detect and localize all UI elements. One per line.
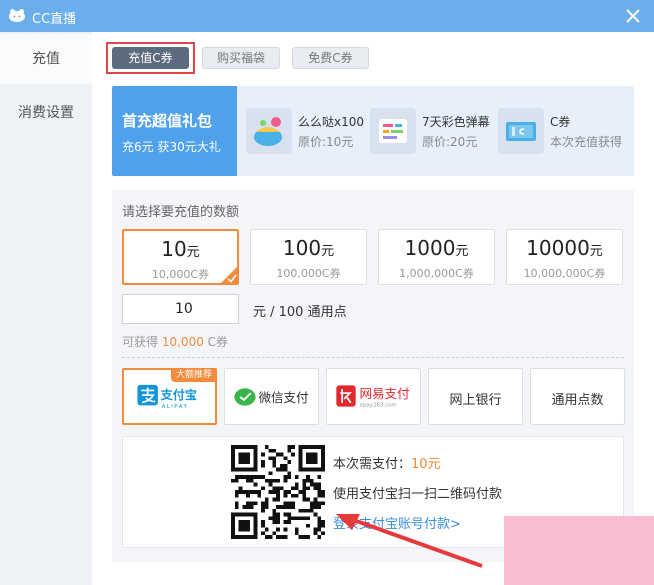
pay-method-points[interactable]: 通用点数 (530, 368, 625, 425)
amount-unit: 元 (321, 244, 335, 259)
window-title: CC直播 (32, 12, 77, 27)
gift-name: 7天彩色弹幕 (422, 115, 490, 129)
amount-coupons: 100,000C券 (276, 267, 341, 280)
wechat-pay-label: 微信支付 (258, 390, 308, 405)
sidebar-item-consume-settings[interactable]: 消费设置 (0, 88, 92, 138)
custom-amount-input[interactable]: 10 (122, 294, 239, 324)
amount-value: 10 (161, 237, 187, 261)
recharge-amount-label: 请选择要充值的数额 (122, 205, 240, 220)
pay-amount-value: 10元 (411, 457, 441, 472)
divider (122, 357, 624, 358)
checkmark-icon (220, 266, 238, 284)
banner-promo: 首充超值礼包 充6元 获30元大礼 (112, 86, 237, 176)
first-recharge-banner: 首充超值礼包 充6元 获30元大礼 么么哒x100 原价:10元 7天彩色弹幕 … (112, 86, 634, 176)
obtain-coupons-text: 可获得 10,000 C券 (122, 335, 229, 349)
qr-code (231, 445, 325, 539)
pay-amount-text: 本次需支付：10元 (333, 457, 441, 472)
netease-pay-label: 网易支付 (360, 386, 410, 401)
pay-method-alipay[interactable]: 支付宝 ALIPAY 大额推荐 (122, 368, 217, 425)
banner-subtitle: 充6元 获30元大礼 (122, 140, 221, 154)
tab-free-coupon[interactable]: 免费C券 (292, 47, 369, 69)
coupon-icon (506, 122, 536, 141)
netease-pay-sub: epay.163.com (360, 403, 397, 409)
wechat-pay-icon: 微信支付 (234, 388, 309, 406)
pay-method-netease[interactable]: 网易支付 epay.163.com (326, 368, 421, 425)
recommend-badge: 大额推荐 (170, 368, 217, 382)
color-danmaku-icon (379, 119, 407, 143)
gift-price: 原价:10元 (298, 135, 354, 149)
sidebar-item-recharge[interactable]: 充值 (0, 34, 92, 84)
ticket-edge (232, 86, 237, 176)
gift-price: 原价:20元 (422, 135, 478, 149)
amount-value: 100 (282, 236, 322, 260)
banner-title: 首充超值礼包 (122, 112, 213, 130)
tab-buy-lucky-bag[interactable]: 购买福袋 (202, 47, 280, 69)
amount-option-10[interactable]: 10元 10,000C券 (122, 229, 239, 285)
amount-coupons: 1,000,000C券 (399, 267, 474, 280)
amount-value: 1000 (404, 236, 456, 260)
pay-method-online-bank[interactable]: 网上银行 (428, 368, 523, 425)
pay-instruction: 使用支付宝扫一扫二维码付款 (333, 487, 503, 502)
annotation-arrow (336, 514, 483, 568)
amount-option-1000[interactable]: 1000元 1,000,000C券 (378, 229, 495, 285)
amount-coupons: 10,000,000C券 (523, 267, 606, 280)
pay-method-wechat[interactable]: 微信支付 (224, 368, 319, 425)
overlay-patch (504, 516, 654, 585)
custom-amount-unit: 元 / 100 通用点 (253, 305, 347, 320)
close-icon[interactable] (622, 5, 644, 27)
amount-unit: 元 (186, 245, 200, 260)
tab-recharge-coupon[interactable]: 充值C券 (112, 47, 189, 69)
gift-name: C券 (550, 115, 571, 129)
points-label: 通用点数 (551, 393, 604, 408)
amount-unit: 元 (455, 244, 469, 259)
gift-name: 么么哒x100 (298, 115, 365, 129)
alipay-label: 支付宝 (160, 387, 197, 402)
title-bar: CC直播 (0, 0, 654, 32)
gift-price: 本次充值获得 (550, 135, 623, 149)
cc-logo-icon (9, 9, 25, 22)
amount-option-100[interactable]: 100元 100,000C券 (250, 229, 367, 285)
online-bank-label: 网上银行 (449, 393, 502, 408)
amount-option-10000[interactable]: 10000元 10,000,000C券 (506, 229, 623, 285)
gift-box-icon (254, 117, 282, 146)
obtain-value: 10,000 (161, 335, 204, 349)
sidebar: 充值 消费设置 (0, 32, 92, 585)
amount-value: 10000 (526, 236, 590, 260)
alipay-sub: ALIPAY (162, 404, 189, 410)
amount-unit: 元 (589, 244, 603, 259)
netease-pay-icon: 网易支付 epay.163.com (336, 385, 410, 409)
